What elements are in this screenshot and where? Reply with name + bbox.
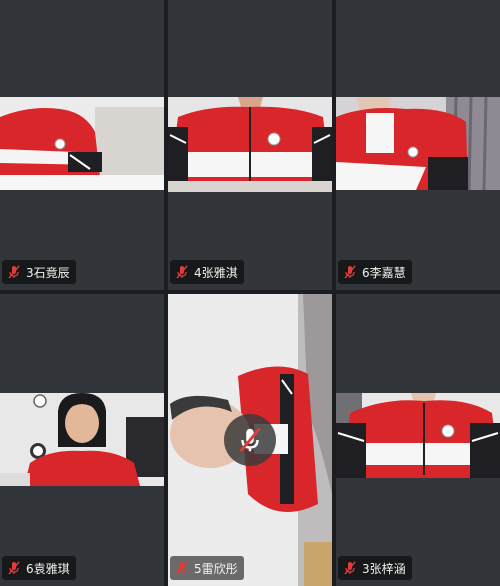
participant-tile[interactable]: 5雷欣彤 — [168, 294, 332, 586]
video-feed — [168, 97, 332, 192]
video-feed — [0, 393, 164, 486]
participant-name: 4张雅淇 — [194, 265, 238, 280]
mic-muted-icon — [176, 561, 188, 575]
mic-muted-icon[interactable] — [224, 414, 276, 466]
video-feed — [0, 97, 164, 190]
video-feed — [336, 393, 500, 478]
participant-label: 3石竟辰 — [2, 260, 76, 284]
video-feed — [336, 97, 500, 190]
participant-label: 5雷欣彤 — [170, 556, 244, 580]
participant-label: 6李嘉慧 — [338, 260, 412, 284]
mic-muted-icon — [344, 561, 356, 575]
mic-muted-icon — [8, 265, 20, 279]
mic-muted-icon — [344, 265, 356, 279]
participant-label: 4张雅淇 — [170, 260, 244, 284]
participant-name: 5雷欣彤 — [194, 561, 238, 576]
participant-tile[interactable]: 3张梓涵 — [336, 294, 500, 586]
participant-tile[interactable]: 6李嘉慧 — [336, 0, 500, 290]
mic-muted-icon — [176, 265, 188, 279]
participant-tile[interactable]: 3石竟辰 — [0, 0, 164, 290]
participant-name: 6袁雅琪 — [26, 561, 70, 576]
participant-label: 6袁雅琪 — [2, 556, 76, 580]
participant-name: 3石竟辰 — [26, 265, 70, 280]
video-grid: 3石竟辰 4张雅淇 6李嘉慧 6袁雅琪 5雷欣彤 3张梓涵 — [0, 0, 500, 586]
participant-name: 6李嘉慧 — [362, 265, 406, 280]
participant-label: 3张梓涵 — [338, 556, 412, 580]
participant-tile[interactable]: 6袁雅琪 — [0, 294, 164, 586]
participant-name: 3张梓涵 — [362, 561, 406, 576]
participant-tile[interactable]: 4张雅淇 — [168, 0, 332, 290]
mic-muted-icon — [8, 561, 20, 575]
